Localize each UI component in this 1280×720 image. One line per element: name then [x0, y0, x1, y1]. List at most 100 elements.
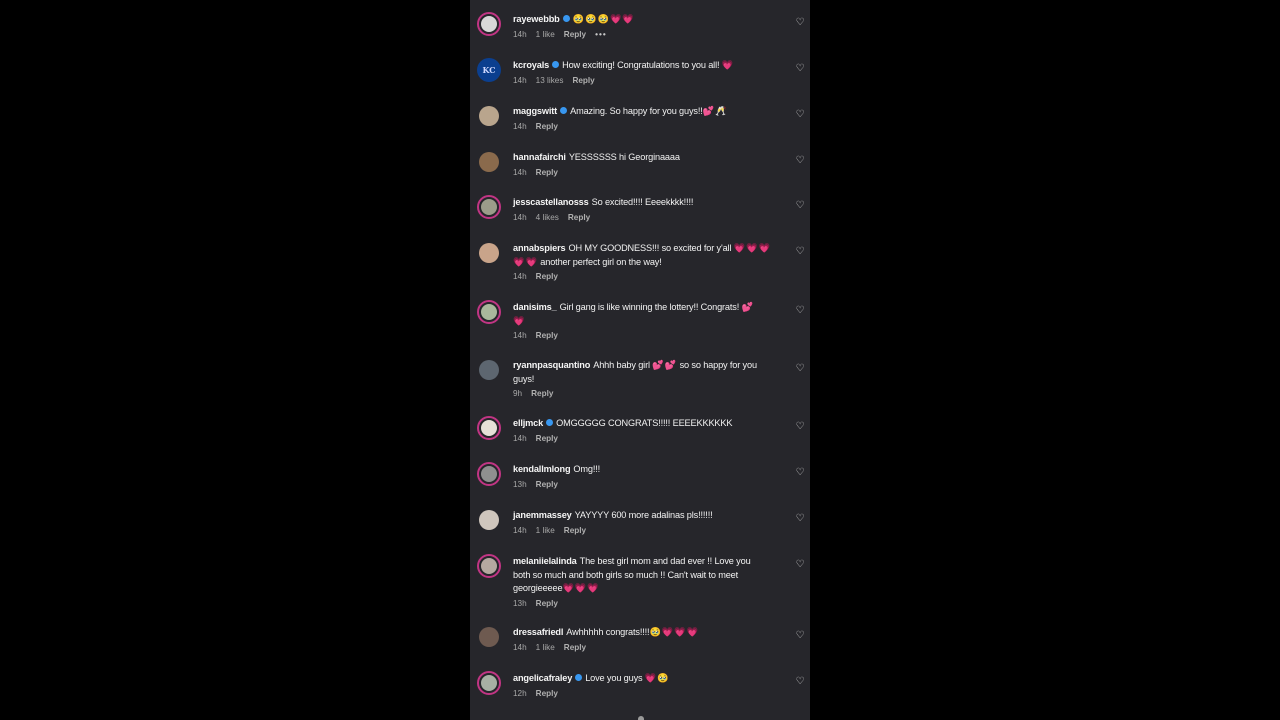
avatar[interactable] — [477, 12, 501, 36]
heart-outline-icon[interactable]: ♡ — [795, 631, 805, 641]
avatar[interactable]: KC — [477, 58, 501, 82]
comment-username[interactable]: maggswitt — [513, 106, 557, 116]
avatar[interactable] — [477, 358, 501, 382]
comment-time: 9h — [513, 389, 523, 398]
comment-time: 14h — [513, 433, 527, 443]
comment-username[interactable]: elljmck — [513, 418, 543, 428]
comment-text: Ahhh baby girl — [593, 360, 650, 370]
avatar[interactable] — [477, 462, 501, 486]
comment-time: 14h — [513, 29, 527, 39]
reply-button[interactable]: Reply — [536, 480, 558, 489]
heart-outline-icon[interactable]: ♡ — [795, 468, 805, 478]
comment-username[interactable]: hannafairchi — [513, 152, 566, 162]
reply-button[interactable]: Reply — [564, 526, 586, 535]
avatar[interactable] — [477, 671, 501, 695]
comment-likes[interactable]: 1 like — [536, 526, 555, 535]
heart-outline-icon[interactable]: ♡ — [795, 201, 805, 211]
comment-text: so so happy for you — [679, 360, 757, 370]
comment-likes[interactable]: 4 likes — [536, 213, 559, 222]
heart-outline-icon[interactable]: ♡ — [795, 364, 805, 374]
comment-username[interactable]: dressafriedl — [513, 627, 563, 637]
heart-outline-icon[interactable]: ♡ — [795, 422, 805, 432]
comment-username[interactable]: janemmassey — [513, 510, 572, 520]
comment-time: 14h — [513, 167, 527, 177]
reply-button[interactable]: Reply — [536, 599, 558, 608]
comment-text: Girl gang is like winning the lottery!! … — [559, 302, 740, 312]
avatar[interactable] — [477, 104, 501, 128]
reply-button[interactable]: Reply — [536, 689, 558, 698]
reply-button[interactable]: Reply — [568, 213, 590, 222]
heart-outline-icon[interactable]: ♡ — [795, 247, 805, 257]
comment-likes[interactable]: 1 like — [536, 30, 555, 39]
comment-emoji: 💕💕 — [652, 360, 678, 370]
comment-time: 14h — [513, 331, 527, 340]
comment-likes[interactable]: 1 like — [536, 643, 555, 652]
comment-username[interactable]: ryannpasquantino — [513, 360, 590, 370]
comments-panel: rayewebbb 🥹🥹🥹💗💗 14h 1 like Reply ••• ♡ KC kc… — [470, 0, 810, 720]
heart-outline-icon[interactable]: ♡ — [795, 64, 805, 74]
reply-button[interactable]: Reply — [564, 30, 586, 39]
more-options-icon[interactable]: ••• — [595, 30, 607, 39]
reply-button[interactable]: Reply — [536, 122, 558, 131]
heart-outline-icon[interactable]: ♡ — [795, 677, 805, 687]
avatar[interactable] — [477, 150, 501, 174]
comment-text: OMGGGGG CONGRATS!!!!! EEEEKKKKKK — [556, 418, 733, 428]
reply-button[interactable]: Reply — [536, 331, 558, 340]
reply-button[interactable]: Reply — [572, 76, 594, 85]
comment-time: 14h — [513, 75, 527, 85]
comment-text: another perfect girl on the way! — [540, 256, 662, 267]
comment-text: both so much and both girls so much !! C… — [513, 569, 739, 580]
avatar[interactable] — [477, 195, 501, 219]
comment-time: 14h — [513, 642, 527, 652]
comment-username[interactable]: kcroyals — [513, 60, 549, 70]
avatar[interactable] — [477, 554, 501, 578]
heart-outline-icon[interactable]: ♡ — [795, 110, 805, 120]
reply-button[interactable]: Reply — [536, 272, 558, 281]
comment-text: OH MY GOODNESS!!! so excited for y'all — [568, 243, 732, 253]
comment-emoji: 💗 — [513, 315, 526, 326]
comment-text: georgieeeee — [513, 583, 563, 593]
comment-username[interactable]: melaniielalinda — [513, 556, 577, 566]
comment-username[interactable]: angelicafraley — [513, 673, 572, 683]
heart-outline-icon[interactable]: ♡ — [795, 560, 805, 570]
comment-emoji: 💕🥂 — [702, 106, 728, 116]
comment-username[interactable]: kendallmlong — [513, 464, 571, 474]
comment-time: 13h — [513, 479, 527, 489]
heart-outline-icon[interactable]: ♡ — [795, 18, 805, 28]
comment-username[interactable]: danisims_ — [513, 302, 557, 312]
comment-emoji: 💗💗💗 — [733, 243, 772, 253]
comment-time: 12h — [513, 688, 527, 698]
reply-button[interactable]: Reply — [564, 643, 586, 652]
comment-text: Amazing. So happy for you guys!! — [570, 106, 703, 116]
comment-likes[interactable]: 13 likes — [536, 76, 564, 85]
comment-emoji: 💗🥹 — [644, 673, 670, 683]
comment-time: 14h — [513, 525, 527, 535]
heart-outline-icon[interactable]: ♡ — [795, 306, 805, 316]
comment-emoji: 💗💗 — [513, 256, 538, 267]
comment-username[interactable]: jesscastellanosss — [513, 197, 589, 207]
comment-text: YAYYYY 600 more adalinas pls!!!!!! — [574, 510, 713, 520]
reply-button[interactable]: Reply — [536, 168, 558, 177]
avatar[interactable] — [477, 300, 501, 324]
reply-button[interactable]: Reply — [531, 389, 553, 398]
avatar[interactable] — [477, 625, 501, 649]
comment-text: YESSSSSS hi Georginaaaa — [568, 152, 680, 162]
heart-outline-icon[interactable]: ♡ — [795, 514, 805, 524]
comment-text: The best girl mom and dad ever !! Love y… — [579, 556, 751, 566]
verified-badge-icon — [552, 61, 560, 68]
comment-emoji: 💗💗💗 — [562, 583, 600, 593]
avatar[interactable] — [477, 508, 501, 532]
comment-text: Awhhhhh congrats!!!! — [566, 627, 650, 637]
heart-outline-icon[interactable]: ♡ — [795, 156, 805, 166]
comment-username[interactable]: rayewebbb — [513, 14, 560, 24]
comment-text: guys! — [513, 373, 535, 384]
comment-time: 13h — [513, 598, 527, 608]
comment-emoji: 🥹💗💗💗 — [649, 627, 700, 637]
comment-text: How exciting! Congratulations to you all… — [562, 60, 720, 70]
scroll-indicator — [638, 716, 644, 720]
avatar[interactable] — [477, 416, 501, 440]
comment-username[interactable]: annabspiers — [513, 243, 566, 253]
comment-time: 14h — [513, 212, 527, 222]
reply-button[interactable]: Reply — [536, 434, 558, 443]
avatar[interactable] — [477, 241, 501, 265]
